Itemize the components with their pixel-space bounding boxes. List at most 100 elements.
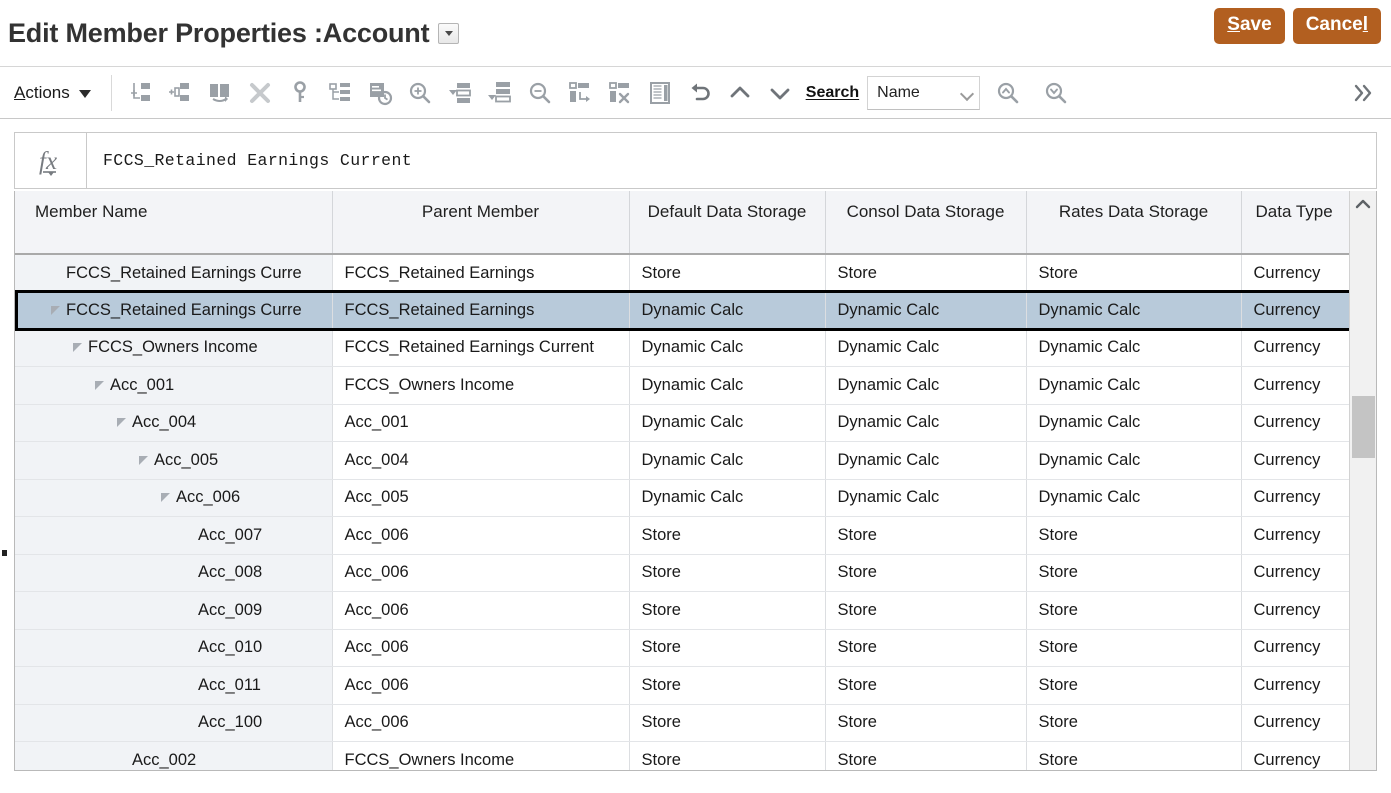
- cell-default-data-storage[interactable]: Store: [629, 742, 825, 771]
- cell-member-name[interactable]: FCCS_Retained Earnings Curre: [15, 292, 332, 330]
- formula-input[interactable]: FCCS_Retained Earnings Current: [87, 133, 1376, 188]
- cell-default-data-storage[interactable]: Store: [629, 517, 825, 555]
- cell-default-data-storage[interactable]: Dynamic Calc: [629, 292, 825, 330]
- cell-parent-member[interactable]: FCCS_Retained Earnings: [332, 292, 629, 330]
- cell-member-name[interactable]: FCCS_Owners Income: [15, 329, 332, 367]
- fx-icon[interactable]: fx: [15, 133, 87, 188]
- table-row[interactable]: Acc_002FCCS_Owners IncomeStoreStoreStore…: [15, 742, 1349, 771]
- column-header-member-name[interactable]: Member Name: [15, 191, 332, 254]
- cell-member-name[interactable]: Acc_007: [15, 517, 332, 555]
- cell-data-type[interactable]: Currency: [1241, 704, 1349, 742]
- cell-rates-data-storage[interactable]: Store: [1026, 517, 1241, 555]
- table-row[interactable]: Acc_007Acc_006StoreStoreStoreCurrency: [15, 517, 1349, 555]
- cell-parent-member[interactable]: FCCS_Owners Income: [332, 742, 629, 771]
- cell-consol-data-storage[interactable]: Store: [825, 667, 1026, 705]
- cell-member-name[interactable]: Acc_008: [15, 554, 332, 592]
- cell-member-name[interactable]: Acc_002: [15, 742, 332, 771]
- move-down-icon[interactable]: [760, 72, 800, 114]
- cell-data-type[interactable]: Currency: [1241, 329, 1349, 367]
- cell-member-name[interactable]: Acc_010: [15, 629, 332, 667]
- cell-parent-member[interactable]: Acc_006: [332, 554, 629, 592]
- vertical-scrollbar[interactable]: [1349, 191, 1376, 770]
- cell-rates-data-storage[interactable]: Store: [1026, 592, 1241, 630]
- cell-member-name[interactable]: Acc_009: [15, 592, 332, 630]
- tree-expand-icon[interactable]: [117, 418, 126, 427]
- move-member-icon[interactable]: [560, 72, 600, 114]
- cell-default-data-storage[interactable]: Store: [629, 629, 825, 667]
- cell-data-type[interactable]: Currency: [1241, 629, 1349, 667]
- cell-consol-data-storage[interactable]: Dynamic Calc: [825, 479, 1026, 517]
- cell-data-type[interactable]: Currency: [1241, 254, 1349, 292]
- cell-consol-data-storage[interactable]: Store: [825, 592, 1026, 630]
- cell-data-type[interactable]: Currency: [1241, 367, 1349, 405]
- cell-rates-data-storage[interactable]: Dynamic Calc: [1026, 479, 1241, 517]
- grid-properties-icon[interactable]: [640, 72, 680, 114]
- cell-member-name[interactable]: FCCS_Retained Earnings Curre: [15, 254, 332, 292]
- cell-default-data-storage[interactable]: Store: [629, 704, 825, 742]
- cell-data-type[interactable]: Currency: [1241, 442, 1349, 480]
- cell-consol-data-storage[interactable]: Store: [825, 254, 1026, 292]
- cell-parent-member[interactable]: FCCS_Retained Earnings Current: [332, 329, 629, 367]
- delete-member-icon[interactable]: [240, 72, 280, 114]
- cell-consol-data-storage[interactable]: Dynamic Calc: [825, 442, 1026, 480]
- cell-consol-data-storage[interactable]: Store: [825, 629, 1026, 667]
- cell-consol-data-storage[interactable]: Store: [825, 704, 1026, 742]
- table-row[interactable]: Acc_009Acc_006StoreStoreStoreCurrency: [15, 592, 1349, 630]
- edit-member-icon[interactable]: [200, 72, 240, 114]
- cell-default-data-storage[interactable]: Store: [629, 554, 825, 592]
- cell-consol-data-storage[interactable]: Dynamic Calc: [825, 292, 1026, 330]
- table-row[interactable]: Acc_100Acc_006StoreStoreStoreCurrency: [15, 704, 1349, 742]
- chevron-down-icon[interactable]: [438, 23, 459, 44]
- undo-icon[interactable]: [680, 72, 720, 114]
- table-row[interactable]: Acc_008Acc_006StoreStoreStoreCurrency: [15, 554, 1349, 592]
- table-row[interactable]: FCCS_Owners IncomeFCCS_Retained Earnings…: [15, 329, 1349, 367]
- save-button[interactable]: Save: [1214, 8, 1284, 44]
- cell-consol-data-storage[interactable]: Store: [825, 742, 1026, 771]
- column-header-data-type[interactable]: Data Type: [1241, 191, 1349, 254]
- cell-consol-data-storage[interactable]: Dynamic Calc: [825, 404, 1026, 442]
- cell-data-type[interactable]: Currency: [1241, 404, 1349, 442]
- cell-member-name[interactable]: Acc_011: [15, 667, 332, 705]
- table-row[interactable]: Acc_010Acc_006StoreStoreStoreCurrency: [15, 629, 1349, 667]
- cell-default-data-storage[interactable]: Store: [629, 254, 825, 292]
- search-down-icon[interactable]: [1036, 72, 1076, 114]
- move-up-icon[interactable]: [720, 72, 760, 114]
- cell-parent-member[interactable]: Acc_006: [332, 704, 629, 742]
- cell-default-data-storage[interactable]: Dynamic Calc: [629, 367, 825, 405]
- cell-default-data-storage[interactable]: Store: [629, 592, 825, 630]
- cell-parent-member[interactable]: FCCS_Retained Earnings: [332, 254, 629, 292]
- zoom-out-icon[interactable]: [520, 72, 560, 114]
- cell-parent-member[interactable]: Acc_005: [332, 479, 629, 517]
- cell-rates-data-storage[interactable]: Store: [1026, 629, 1241, 667]
- tree-expand-icon[interactable]: [161, 493, 170, 502]
- remove-member-icon[interactable]: [600, 72, 640, 114]
- cell-rates-data-storage[interactable]: Dynamic Calc: [1026, 367, 1241, 405]
- cell-data-type[interactable]: Currency: [1241, 592, 1349, 630]
- cell-parent-member[interactable]: Acc_006: [332, 629, 629, 667]
- tree-expand-icon[interactable]: [139, 456, 148, 465]
- chevron-double-right-icon[interactable]: [1345, 73, 1381, 113]
- cell-consol-data-storage[interactable]: Dynamic Calc: [825, 329, 1026, 367]
- cell-member-name[interactable]: Acc_001: [15, 367, 332, 405]
- cell-parent-member[interactable]: Acc_001: [332, 404, 629, 442]
- column-header-default-data-storage[interactable]: Default Data Storage: [629, 191, 825, 254]
- cell-data-type[interactable]: Currency: [1241, 667, 1349, 705]
- search-up-icon[interactable]: [988, 72, 1028, 114]
- cell-parent-member[interactable]: Acc_006: [332, 592, 629, 630]
- table-row[interactable]: Acc_004Acc_001Dynamic CalcDynamic CalcDy…: [15, 404, 1349, 442]
- cell-parent-member[interactable]: Acc_006: [332, 667, 629, 705]
- scrollbar-thumb[interactable]: [1352, 396, 1375, 458]
- column-header-consol-data-storage[interactable]: Consol Data Storage: [825, 191, 1026, 254]
- cell-data-type[interactable]: Currency: [1241, 479, 1349, 517]
- collapse-icon[interactable]: [480, 72, 520, 114]
- table-row[interactable]: Acc_011Acc_006StoreStoreStoreCurrency: [15, 667, 1349, 705]
- cell-parent-member[interactable]: FCCS_Owners Income: [332, 367, 629, 405]
- add-child-icon[interactable]: [160, 72, 200, 114]
- cell-rates-data-storage[interactable]: Store: [1026, 254, 1241, 292]
- search-field-select[interactable]: Name: [867, 76, 980, 110]
- cell-default-data-storage[interactable]: Dynamic Calc: [629, 479, 825, 517]
- zoom-in-icon[interactable]: [400, 72, 440, 114]
- cell-default-data-storage[interactable]: Dynamic Calc: [629, 329, 825, 367]
- cancel-button[interactable]: Cancel: [1293, 8, 1381, 44]
- cell-rates-data-storage[interactable]: Store: [1026, 667, 1241, 705]
